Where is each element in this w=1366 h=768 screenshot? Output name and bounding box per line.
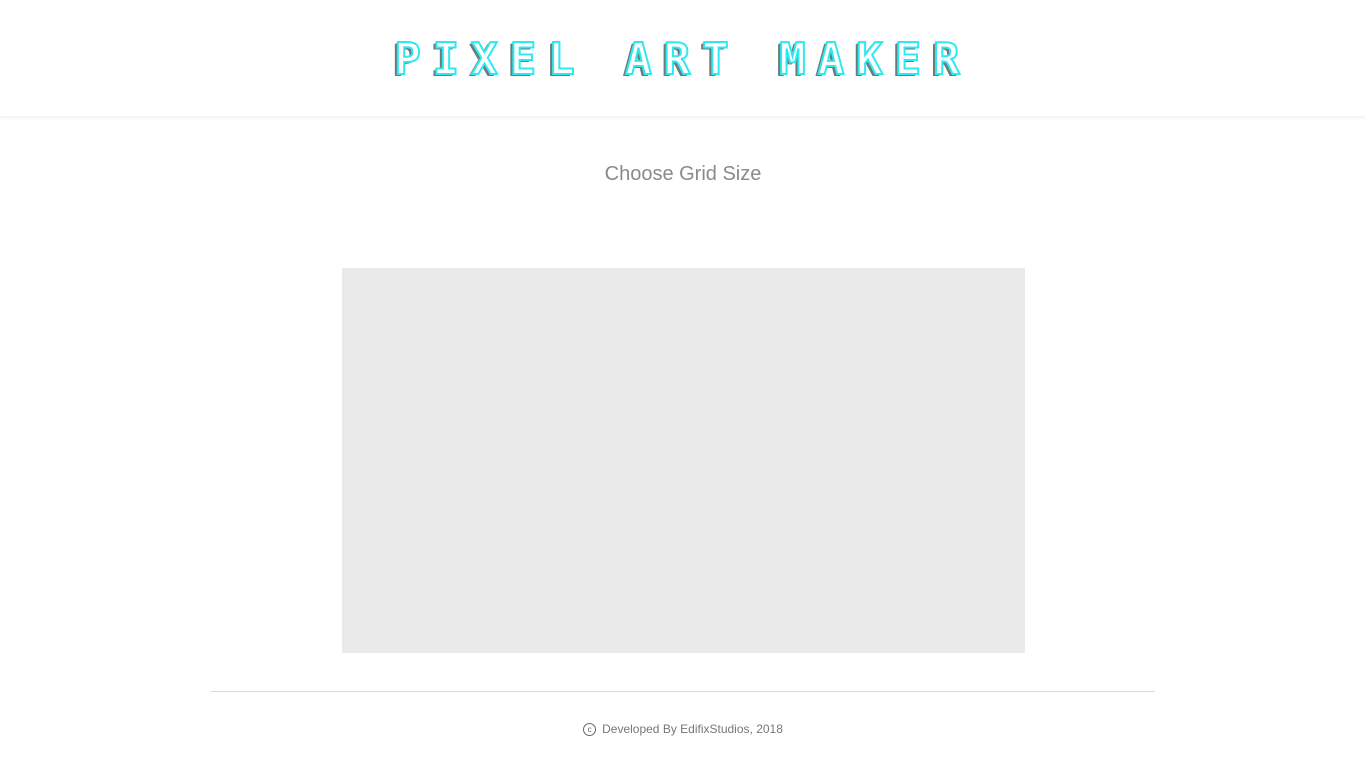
copyright-icon: c bbox=[583, 723, 597, 737]
footer-divider bbox=[211, 691, 1155, 692]
site-header: PIXEL ART MAKER bbox=[0, 0, 1366, 116]
grid-size-heading: Choose Grid Size bbox=[604, 163, 762, 185]
footer-text: Developed By EdifixStudios, 2018 bbox=[602, 722, 783, 736]
logo-title: PIXEL ART MAKER bbox=[393, 33, 972, 86]
pixel-canvas[interactable] bbox=[342, 268, 1025, 653]
footer: c Developed By EdifixStudios, 2018 bbox=[0, 720, 1366, 738]
